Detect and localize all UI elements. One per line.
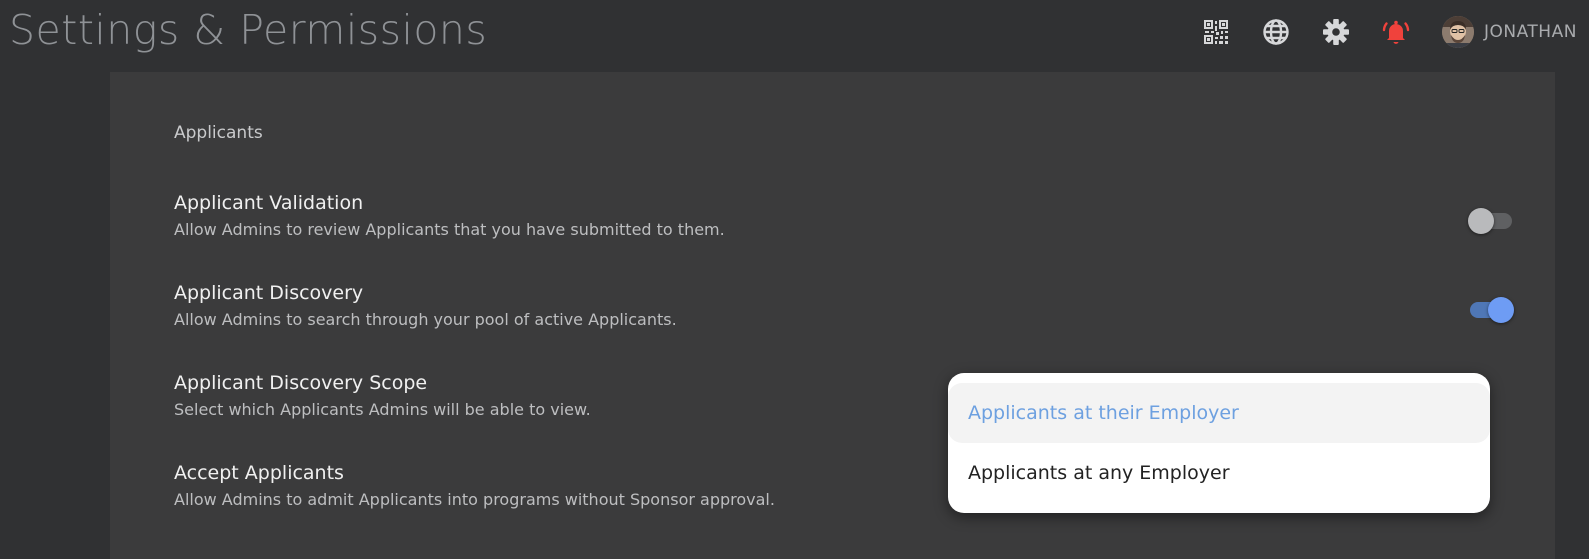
toggle-thumb [1488,297,1514,323]
dropdown-option-their-employer[interactable]: Applicants at their Employer [948,383,1490,443]
qr-code-icon[interactable] [1200,16,1232,48]
gear-icon[interactable] [1320,16,1352,48]
setting-description: Allow Admins to review Applicants that y… [174,220,725,239]
discovery-scope-dropdown-menu: Applicants at their Employer Applicants … [948,373,1490,513]
applicant-validation-toggle[interactable] [1468,206,1514,236]
top-bar: Settings & Permissions JONATHAN [0,0,1589,72]
page-title: Settings & Permissions [9,6,488,54]
setting-title: Applicant Validation [174,192,364,214]
setting-row-applicant-discovery: Applicant Discovery Allow Admins to sear… [174,282,1514,342]
setting-row-applicant-validation: Applicant Validation Allow Admins to rev… [174,192,1514,252]
dropdown-option-any-employer[interactable]: Applicants at any Employer [948,443,1490,503]
setting-title: Applicant Discovery [174,282,364,304]
avatar[interactable] [1442,16,1474,48]
section-title: Applicants [174,123,263,143]
applicant-discovery-toggle[interactable] [1468,295,1514,325]
toggle-thumb [1468,208,1494,234]
globe-icon[interactable] [1260,16,1292,48]
bell-alert-icon[interactable] [1380,16,1412,48]
setting-description: Allow Admins to search through your pool… [174,310,677,329]
user-name[interactable]: JONATHAN [1484,22,1577,42]
